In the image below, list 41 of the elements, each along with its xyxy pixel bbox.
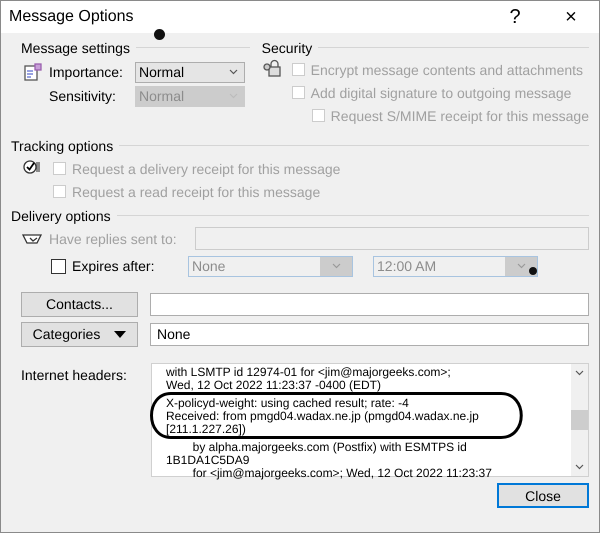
checkbox-label: Expires after: — [72, 258, 156, 274]
group-title: Tracking options — [11, 138, 114, 154]
checkbox-label: Request a delivery receipt for this message — [72, 160, 340, 176]
chevron-down-icon — [575, 464, 584, 470]
chevron-down-icon — [228, 69, 238, 75]
close-button[interactable]: × — [543, 1, 599, 33]
checkbox-label: Add digital signature to outgoing message — [310, 84, 572, 100]
field-label: Importance: — [49, 64, 124, 80]
ink-dot — [154, 29, 165, 40]
categories-field[interactable]: None — [150, 322, 589, 346]
chevron-down-icon — [575, 370, 584, 376]
header-line: X-policyd-weight: using cached result; rate: -4 — [166, 397, 410, 410]
field-label: Internet headers: — [21, 366, 128, 383]
header-line: Wed, 12 Oct 2022 11:23:37 -0400 (EDT) — [166, 379, 382, 392]
caret-icon — [114, 330, 126, 338]
dropdown[interactable]: Normal — [135, 62, 245, 82]
contacts-field[interactable] — [150, 292, 589, 316]
group-title: Delivery options — [11, 208, 111, 224]
scrollbar-thumb[interactable] — [571, 410, 588, 430]
header-line: [211.1.227.26]) — [166, 423, 247, 436]
replies-field[interactable] — [195, 227, 589, 250]
header-line: with LSMTP id 12974-01 for <jim@majorgeeks.com>; — [166, 366, 452, 379]
close-dialog-button[interactable]: Close — [497, 483, 589, 508]
categories-button[interactable]: Categories — [21, 322, 138, 346]
group-title: Security — [262, 40, 312, 56]
contacts-button[interactable]: Contacts... — [21, 292, 138, 316]
scrollbar[interactable] — [571, 364, 588, 476]
checkbox-label: Request a read receipt for this message — [72, 184, 320, 200]
checkbox-label: Request S/MIME receipt for this message — [330, 108, 589, 124]
chevron-down-icon — [332, 263, 340, 269]
header-line: 1B1DA1C5DA9 — [166, 454, 250, 467]
window-title: Message Options — [9, 8, 135, 26]
header-line: for <jim@majorgeeks.com>; Wed, 12 Oct 2022 11:23:37 — [192, 467, 493, 480]
checkbox-label: Encrypt message contents and attachments — [310, 62, 584, 78]
chevron-down-icon — [516, 263, 526, 269]
header-line: by alpha.majorgeeks.com (Postfix) with ESMTPS id — [192, 441, 468, 454]
field-label: Have replies sent to: — [49, 230, 178, 246]
header-line: Received: from pmgd04.wadax.ne.jp (pmgd04.wadax.ne.jp — [166, 410, 480, 423]
field-label: Sensitivity: — [49, 88, 117, 104]
help-button[interactable]: ? — [487, 1, 543, 33]
group-title: Message settings — [21, 40, 130, 56]
